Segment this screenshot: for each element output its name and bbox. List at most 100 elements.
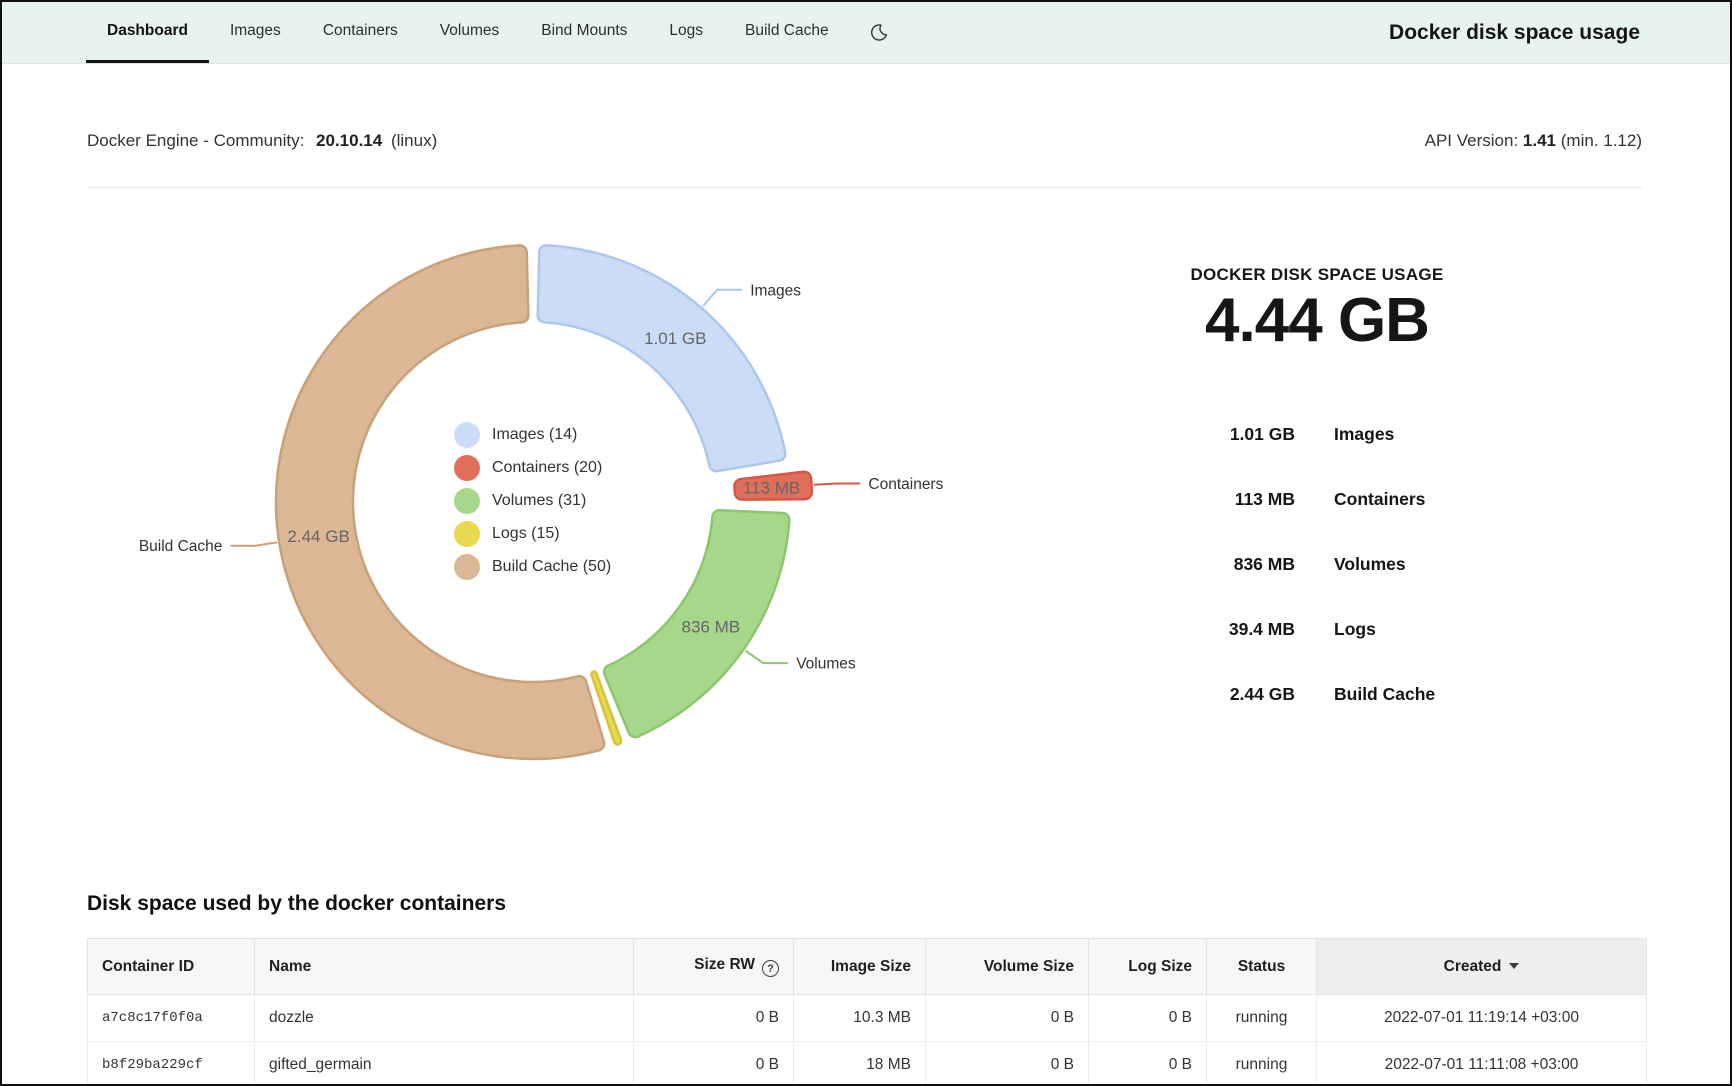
column-header-name[interactable]: Name [255,939,634,995]
column-header-image-size[interactable]: Image Size [794,939,926,995]
summary-label: Images [1334,424,1394,445]
summary-rows: 1.01 GB Images 113 MB Containers 836 MB Volum… [1082,402,1552,727]
table-header-row: Container IDNameSize RW?Image SizeVolume… [88,939,1647,995]
cell-name: dozzle [255,995,634,1042]
summary-size: 2.44 GB [1082,684,1295,705]
summary-total: 4.44 GB [1082,286,1552,356]
engine-version-text: Docker Engine - Community: 20.10.14 (lin… [87,129,437,152]
column-header-container-id[interactable]: Container ID [88,939,255,995]
cell-container-id: a7c8c17f0f0a [88,995,255,1042]
chart-legend: Images (14) Containers (20) Volumes (31) Lo… [454,418,611,583]
column-header-log-size[interactable]: Log Size [1089,939,1207,995]
column-header-volume-size[interactable]: Volume Size [926,939,1089,995]
legend-swatch [454,554,480,580]
legend-item-logs[interactable]: Logs (15) [454,517,611,550]
summary-size: 836 MB [1082,554,1295,575]
summary-row: 836 MB Volumes [1082,532,1552,597]
legend-swatch [454,488,480,514]
legend-label: Logs (15) [492,525,560,543]
legend-label: Images (14) [492,426,577,444]
cell-size-rw: 0 B [634,1042,794,1086]
column-header-status[interactable]: Status [1207,939,1317,995]
callout-line [815,484,860,485]
legend-label: Volumes (31) [492,492,586,510]
cell-status: running [1207,995,1317,1042]
segment-value-label: 836 MB [682,617,741,636]
summary-label: Logs [1334,619,1376,640]
summary-row: 2.44 GB Build Cache [1082,662,1552,727]
summary-label: Volumes [1334,554,1406,575]
legend-label: Containers (20) [492,459,602,477]
cell-volume-size: 0 B [926,995,1089,1042]
summary-label: Containers [1334,489,1425,510]
table-row: a7c8c17f0f0adozzle0 B10.3 MB0 B0 Brunnin… [88,995,1647,1042]
tab-containers[interactable]: Containers [302,2,419,63]
callout-label: Build Cache [139,538,223,555]
cell-image-size: 10.3 MB [794,995,926,1042]
callout-label: Images [750,282,801,299]
cell-status: running [1207,1042,1317,1086]
api-version-text: API Version: 1.41 (min. 1.12) [1425,129,1642,152]
dark-mode-toggle[interactable] [850,2,907,63]
cell-created: 2022-07-01 11:11:08 +03:00 [1317,1042,1647,1086]
cell-created: 2022-07-01 11:19:14 +03:00 [1317,995,1647,1042]
help-icon[interactable]: ? [762,960,779,977]
legend-item-build-cache[interactable]: Build Cache (50) [454,550,611,583]
summary-row: 39.4 MB Logs [1082,597,1552,662]
segment-value-label: 1.01 GB [644,329,706,348]
summary-row: 113 MB Containers [1082,467,1552,532]
table-body: a7c8c17f0f0adozzle0 B10.3 MB0 B0 Brunnin… [88,995,1647,1086]
tab-dashboard[interactable]: Dashboard [86,2,209,63]
page-title: Docker disk space usage [1389,21,1700,45]
legend-item-containers[interactable]: Containers (20) [454,451,611,484]
tab-build-cache[interactable]: Build Cache [724,2,850,63]
divider [87,187,1642,188]
tab-bind-mounts[interactable]: Bind Mounts [520,2,648,63]
segment-value-label: 113 MB [743,479,800,498]
sort-desc-icon [1509,963,1519,969]
column-header-size-rw[interactable]: Size RW? [634,939,794,995]
engine-version: 20.10.14 [316,131,382,150]
containers-section-heading: Disk space used by the docker containers [87,892,506,916]
cell-volume-size: 0 B [926,1042,1089,1086]
legend-item-volumes[interactable]: Volumes (31) [454,484,611,517]
cell-log-size: 0 B [1089,1042,1207,1086]
cell-image-size: 18 MB [794,1042,926,1086]
app-window: DashboardImagesContainersVolumesBind Mou… [0,0,1732,1086]
cell-log-size: 0 B [1089,995,1207,1042]
cell-name: gifted_germain [255,1042,634,1086]
moon-icon [868,22,889,43]
summary-size: 1.01 GB [1082,424,1295,445]
disk-usage-summary: DOCKER DISK SPACE USAGE 4.44 GB 1.01 GB I… [1082,264,1552,727]
legend-label: Build Cache (50) [492,558,611,576]
summary-heading: DOCKER DISK SPACE USAGE [1082,264,1552,286]
tab-images[interactable]: Images [209,2,302,63]
api-label: API Version: [1425,131,1519,150]
engine-platform: (linux) [391,131,437,150]
segment-value-label: 2.44 GB [287,527,349,546]
legend-item-images[interactable]: Images (14) [454,418,611,451]
cell-container-id: b8f29ba229cf [88,1042,255,1086]
tab-volumes[interactable]: Volumes [419,2,520,63]
top-navigation: DashboardImagesContainersVolumesBind Mou… [2,2,1730,64]
table-row: b8f29ba229cfgifted_germain0 B18 MB0 B0 B… [88,1042,1647,1086]
legend-swatch [454,521,480,547]
engine-info-row: Docker Engine - Community: 20.10.14 (lin… [87,129,1642,152]
summary-size: 39.4 MB [1082,619,1295,640]
api-version: 1.41 [1523,131,1556,150]
summary-label: Build Cache [1334,684,1435,705]
legend-swatch [454,455,480,481]
callout-line [231,543,276,546]
callout-line [746,651,787,663]
column-header-created[interactable]: Created [1317,939,1647,995]
containers-table: Container IDNameSize RW?Image SizeVolume… [87,938,1647,1086]
tab-bar: DashboardImagesContainersVolumesBind Mou… [86,2,850,63]
summary-row: 1.01 GB Images [1082,402,1552,467]
summary-size: 113 MB [1082,489,1295,510]
engine-label: Docker Engine - Community: [87,131,304,150]
callout-line [703,290,741,306]
callout-label: Volumes [796,656,856,673]
api-min: (min. 1.12) [1561,131,1642,150]
tab-logs[interactable]: Logs [648,2,724,63]
legend-swatch [454,422,480,448]
